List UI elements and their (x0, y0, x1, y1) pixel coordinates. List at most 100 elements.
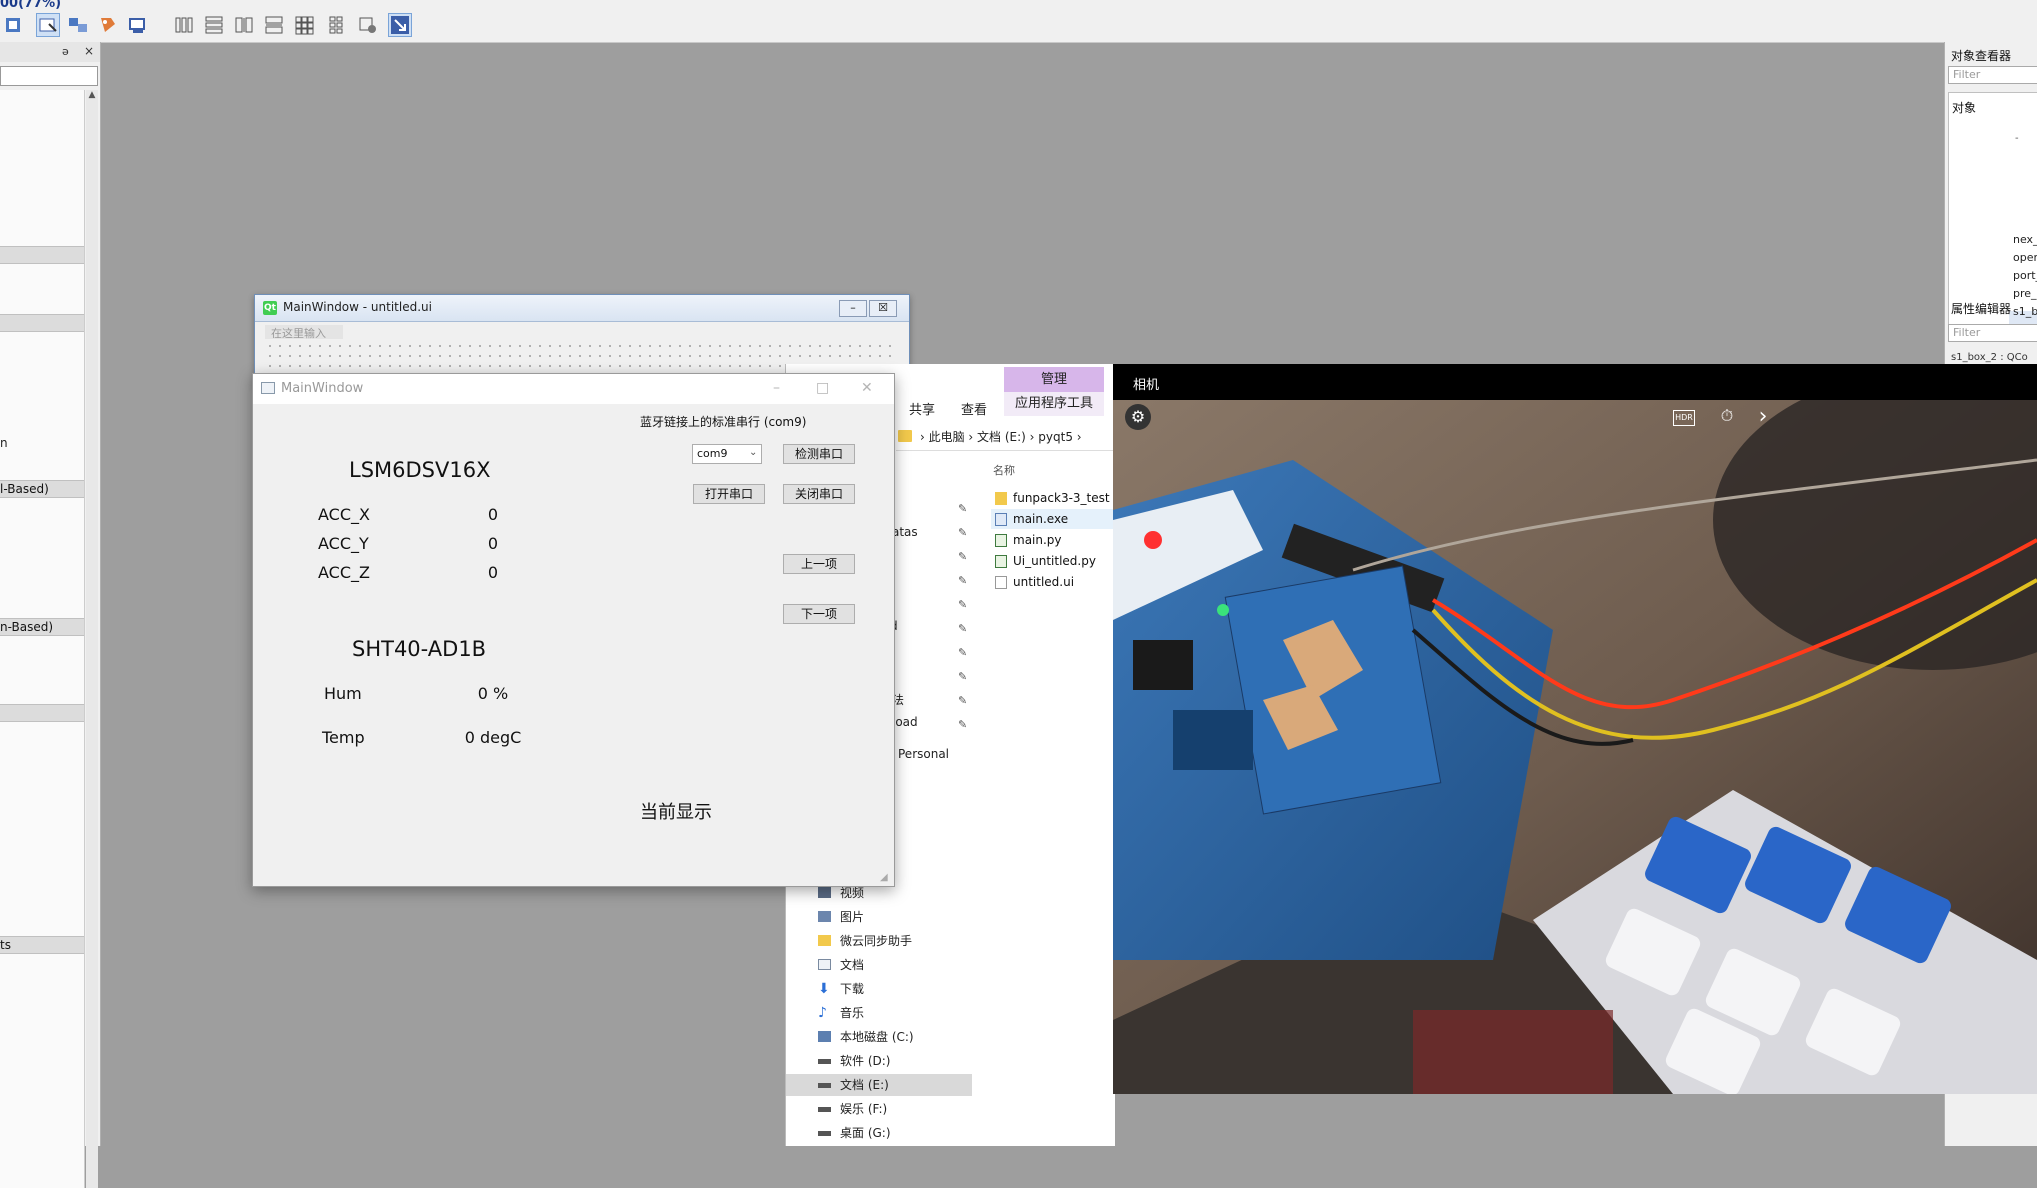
widget-category-header[interactable]: n-Based) (0, 618, 84, 636)
hdr-icon[interactable]: HDR (1673, 410, 1695, 426)
widget-category-header[interactable] (0, 704, 84, 722)
camera-app-window[interactable]: 相机 ⚙ HDR ⏱ › (1113, 364, 2037, 1094)
close-button[interactable]: ✕ (861, 380, 873, 396)
maximize-button[interactable]: □ (816, 380, 829, 396)
file-name: main.exe (1013, 512, 1069, 526)
edit-tab-order-icon[interactable] (126, 13, 150, 37)
widget-item-fragment[interactable]: n (0, 436, 8, 450)
exe-file-icon (995, 513, 1007, 526)
next-item-button[interactable]: 下一项 (783, 604, 855, 624)
nav-item-pictures[interactable]: 图片 (816, 906, 956, 928)
nav-item-music[interactable]: ♪ 音乐 (816, 1002, 956, 1024)
layout-splitter-h-icon[interactable] (232, 13, 256, 37)
edit-buddies-icon[interactable] (96, 13, 120, 37)
pin-icon: ✎ (958, 550, 968, 563)
layout-form-icon[interactable] (324, 13, 348, 37)
widget-category-header[interactable]: ts (0, 936, 84, 954)
pin-icon: ✎ (958, 646, 968, 659)
ribbon-tab-share[interactable]: 共享 (909, 399, 935, 418)
timer-icon[interactable]: ⏱ (1716, 406, 1738, 428)
layout-horizontal-icon[interactable] (172, 13, 196, 37)
object-tree-item[interactable]: pre_l (2013, 287, 2037, 300)
file-row[interactable]: main.py (991, 530, 1115, 550)
tree-collapse-icon[interactable]: - (2015, 133, 2019, 144)
minimize-button[interactable]: – (773, 380, 780, 396)
file-row[interactable]: funpack3-3_test (991, 488, 1115, 508)
drive-icon (818, 1031, 831, 1042)
breadcrumb[interactable]: › 此电脑 › 文档 (E:) › pyqt5 › (896, 430, 1082, 444)
chevron-down-icon[interactable]: ⌄ (749, 447, 757, 458)
music-icon: ♪ (818, 1005, 827, 1021)
break-layout-icon[interactable] (356, 13, 380, 37)
nav-item-drive-g[interactable]: 桌面 (G:) (816, 1122, 956, 1144)
layout-grid-icon[interactable] (292, 13, 316, 37)
designer-form-titlebar[interactable]: Qt MainWindow - untitled.ui – ☒ (255, 295, 909, 322)
settings-icon[interactable]: ⚙ (1125, 404, 1151, 430)
pin-icon: ✎ (958, 694, 968, 707)
nav-item-documents[interactable]: 文档 (816, 954, 956, 976)
close-port-button[interactable]: 关闭串口 (783, 484, 855, 504)
object-column-header: 对象 (1952, 101, 1977, 115)
app-titlebar[interactable]: MainWindow – □ ✕ (253, 374, 894, 404)
quick-access-item[interactable]: atas (892, 525, 918, 539)
ribbon-tab-view[interactable]: 查看 (961, 399, 987, 418)
menu-type-here-placeholder[interactable]: 在这里输入 (265, 325, 343, 340)
pin-icon: ✎ (958, 622, 968, 635)
widget-category-header[interactable]: l-Based) (0, 480, 84, 498)
detect-port-button[interactable]: 检测串口 (783, 444, 855, 464)
open-port-button[interactable]: 打开串口 (693, 484, 765, 504)
object-inspector-filter[interactable]: Filter (1948, 66, 2037, 84)
object-tree[interactable]: 对象 - nex_l open port_ pre_l s1_b state (1948, 92, 2037, 336)
widget-editor-icon[interactable] (2, 13, 26, 37)
file-row[interactable]: Ui_untitled.py (991, 551, 1115, 571)
camera-scene-image (1113, 400, 2037, 1094)
nav-item-drive-e[interactable]: 文档 (E:) (786, 1074, 972, 1096)
quick-access-item[interactable]: load (892, 715, 918, 729)
address-bar[interactable]: › 此电脑 › 文档 (E:) › pyqt5 › (896, 424, 1115, 451)
nav-item-drive-d[interactable]: 软件 (D:) (816, 1050, 956, 1072)
chevron-right-icon[interactable]: › (1753, 404, 1773, 429)
serial-port-label: 蓝牙链接上的标准串行 (com9) (640, 415, 807, 429)
ribbon-tab-app-tools[interactable]: 应用程序工具 (1004, 392, 1104, 416)
minimize-button[interactable]: – (839, 300, 867, 317)
file-icon (995, 576, 1007, 589)
widget-filter-input[interactable] (0, 66, 98, 86)
nav-item-drive-f[interactable]: 娱乐 (F:) (816, 1098, 956, 1120)
nav-item-sync[interactable]: 微云同步助手 (816, 930, 956, 952)
layout-vertical-icon[interactable] (202, 13, 226, 37)
object-tree-item[interactable]: open (2013, 251, 2037, 264)
float-panel-button[interactable]: ə (62, 45, 69, 58)
ribbon-tab-manage[interactable]: 管理 (1004, 367, 1104, 392)
file-row[interactable]: main.exe (991, 509, 1115, 529)
column-header-name[interactable]: 名称 (993, 462, 1015, 478)
close-button[interactable]: ☒ (869, 300, 897, 317)
close-panel-button[interactable]: × (84, 44, 94, 58)
object-tree-item[interactable]: s1_b (2013, 305, 2037, 318)
quick-access-item[interactable]: Personal (898, 747, 949, 761)
acc-x-label: ACC_X (318, 505, 370, 524)
property-editor-row[interactable]: s1_box_2 : QCo (1951, 352, 2028, 363)
widget-list[interactable]: n l-Based) n-Based) ts (0, 90, 85, 1188)
widget-category-header[interactable] (0, 314, 84, 332)
nav-label: 文档 (840, 958, 865, 972)
main-window-app[interactable]: MainWindow – □ ✕ 蓝牙链接上的标准串行 (com9) com9 … (252, 373, 895, 887)
widget-category-header[interactable] (0, 246, 84, 264)
adjust-size-icon[interactable] (388, 13, 412, 37)
widget-list-scrollbar[interactable] (86, 90, 98, 1188)
nav-item-drive-c[interactable]: 本地磁盘 (C:) (816, 1026, 956, 1048)
file-row[interactable]: untitled.ui (991, 572, 1115, 592)
edit-widgets-icon[interactable] (36, 13, 60, 37)
nav-label: 音乐 (840, 1006, 865, 1020)
scroll-up-arrow-icon[interactable]: ▲ (86, 90, 98, 104)
prev-item-button[interactable]: 上一项 (783, 554, 855, 574)
app-window-title: MainWindow (281, 381, 364, 396)
size-grip-icon[interactable]: ◢ (880, 872, 888, 883)
layout-splitter-v-icon[interactable] (262, 13, 286, 37)
object-tree-item[interactable]: port_ (2013, 269, 2037, 282)
edit-signals-icon[interactable] (66, 13, 90, 37)
object-tree-item[interactable]: nex_l (2013, 233, 2037, 246)
documents-icon (818, 959, 831, 970)
sync-folder-icon (818, 935, 831, 946)
property-editor-filter[interactable]: Filter (1948, 324, 2037, 342)
nav-item-downloads[interactable]: ⬇ 下载 (816, 978, 956, 1000)
